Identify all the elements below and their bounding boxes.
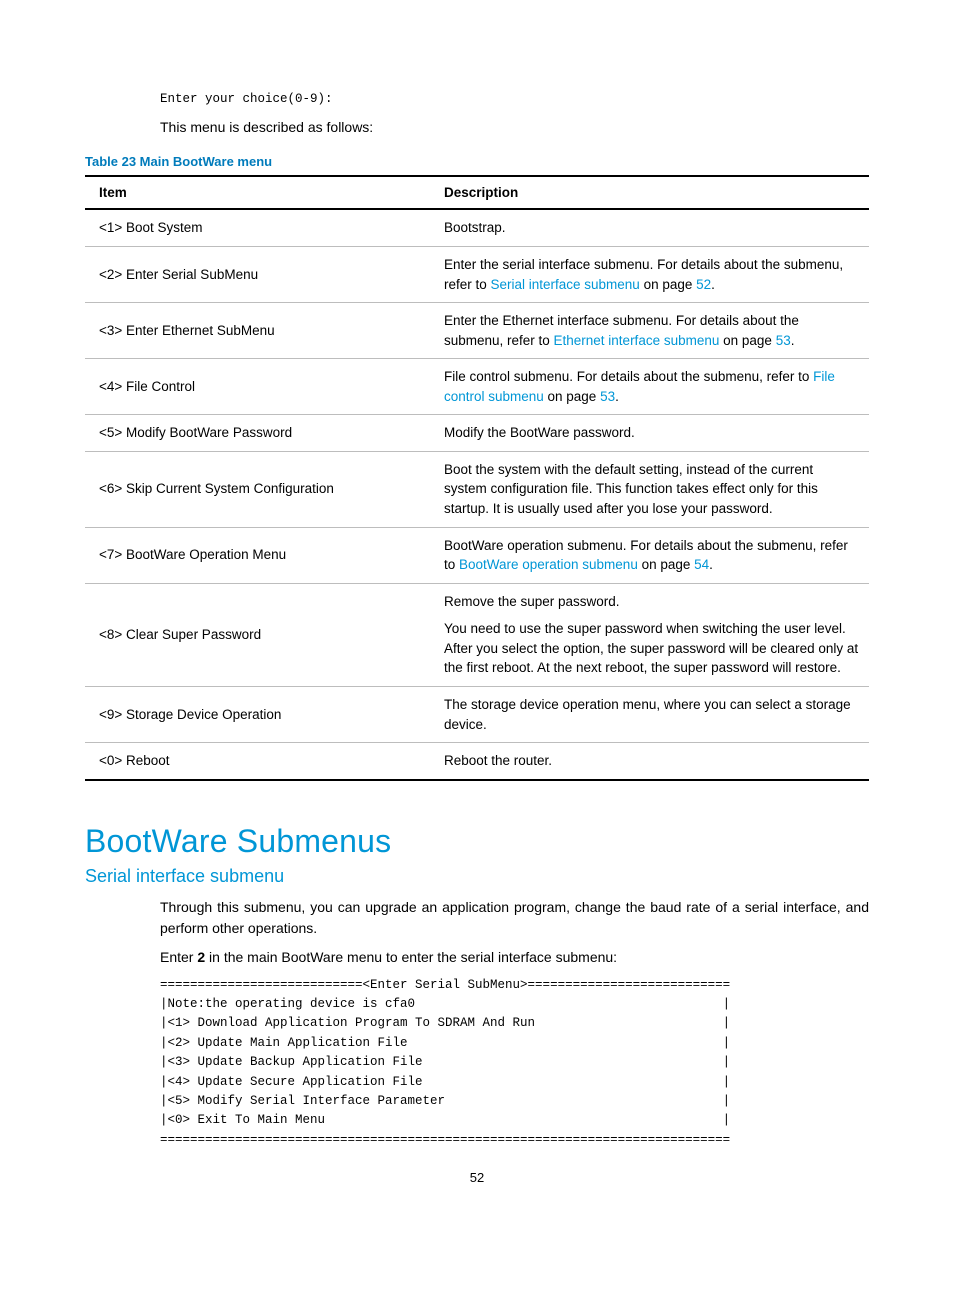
link-page-53[interactable]: 53: [776, 333, 791, 348]
cell-item: <7> BootWare Operation Menu: [85, 527, 430, 583]
cell-desc: Boot the system with the default setting…: [430, 451, 869, 527]
cell-item: <0> Reboot: [85, 743, 430, 780]
code-line: |<0> Exit To Main Menu |: [160, 1111, 869, 1130]
table-row: <1> Boot System Bootstrap.: [85, 209, 869, 246]
link-serial-submenu[interactable]: Serial interface submenu: [490, 277, 639, 292]
table-header-row: Item Description: [85, 176, 869, 209]
heading-serial-submenu: Serial interface submenu: [85, 866, 869, 887]
cell-desc: Modify the BootWare password.: [430, 415, 869, 452]
cell-desc: File control submenu. For details about …: [430, 359, 869, 415]
code-line: ===========================<Enter Serial…: [160, 976, 869, 995]
table-row: <3> Enter Ethernet SubMenu Enter the Eth…: [85, 303, 869, 359]
cell-desc: Reboot the router.: [430, 743, 869, 780]
page-number: 52: [85, 1170, 869, 1185]
bootware-table: Item Description <1> Boot System Bootstr…: [85, 175, 869, 780]
cell-item: <6> Skip Current System Configuration: [85, 451, 430, 527]
table-caption: Table 23 Main BootWare menu: [85, 154, 869, 169]
th-item: Item: [85, 176, 430, 209]
table-row: <0> Reboot Reboot the router.: [85, 743, 869, 780]
link-bootware-op-submenu[interactable]: BootWare operation submenu: [459, 557, 638, 572]
code-line: |<2> Update Main Application File |: [160, 1034, 869, 1053]
page-container: Enter your choice(0-9): This menu is des…: [0, 0, 954, 1225]
paragraph-serial-desc: Through this submenu, you can upgrade an…: [160, 897, 869, 939]
link-page-52[interactable]: 52: [696, 277, 711, 292]
cell-item: <3> Enter Ethernet SubMenu: [85, 303, 430, 359]
cell-item: <8> Clear Super Password: [85, 583, 430, 686]
cell-desc: BootWare operation submenu. For details …: [430, 527, 869, 583]
link-page-53b[interactable]: 53: [600, 389, 615, 404]
table-row: <5> Modify BootWare Password Modify the …: [85, 415, 869, 452]
code-line: |<4> Update Secure Application File |: [160, 1073, 869, 1092]
cell-desc: Bootstrap.: [430, 209, 869, 246]
code-line: |<3> Update Backup Application File |: [160, 1053, 869, 1072]
intro-text: This menu is described as follows:: [160, 117, 869, 138]
code-line: ========================================…: [160, 1131, 869, 1150]
prompt-line: Enter your choice(0-9):: [160, 90, 869, 109]
code-line: |<5> Modify Serial Interface Parameter |: [160, 1092, 869, 1111]
heading-bootware-submenus: BootWare Submenus: [85, 823, 869, 860]
code-line: |<1> Download Application Program To SDR…: [160, 1014, 869, 1033]
paragraph-enter-2: Enter 2 in the main BootWare menu to ent…: [160, 947, 869, 968]
serial-submenu-block: ===========================<Enter Serial…: [160, 976, 869, 1150]
cell-desc: Remove the super password. You need to u…: [430, 583, 869, 686]
cell-item: <5> Modify BootWare Password: [85, 415, 430, 452]
link-page-54[interactable]: 54: [694, 557, 709, 572]
th-description: Description: [430, 176, 869, 209]
table-row: <2> Enter Serial SubMenu Enter the seria…: [85, 246, 869, 302]
table-row: <9> Storage Device Operation The storage…: [85, 686, 869, 742]
cell-desc: Enter the Ethernet interface submenu. Fo…: [430, 303, 869, 359]
cell-item: <1> Boot System: [85, 209, 430, 246]
code-line: |Note:the operating device is cfa0 |: [160, 995, 869, 1014]
cell-item: <9> Storage Device Operation: [85, 686, 430, 742]
table-row: <4> File Control File control submenu. F…: [85, 359, 869, 415]
table-row: <7> BootWare Operation Menu BootWare ope…: [85, 527, 869, 583]
cell-item: <4> File Control: [85, 359, 430, 415]
table-row: <6> Skip Current System Configuration Bo…: [85, 451, 869, 527]
cell-desc: Enter the serial interface submenu. For …: [430, 246, 869, 302]
table-row: <8> Clear Super Password Remove the supe…: [85, 583, 869, 686]
cell-item: <2> Enter Serial SubMenu: [85, 246, 430, 302]
cell-desc: The storage device operation menu, where…: [430, 686, 869, 742]
link-ethernet-submenu[interactable]: Ethernet interface submenu: [554, 333, 720, 348]
